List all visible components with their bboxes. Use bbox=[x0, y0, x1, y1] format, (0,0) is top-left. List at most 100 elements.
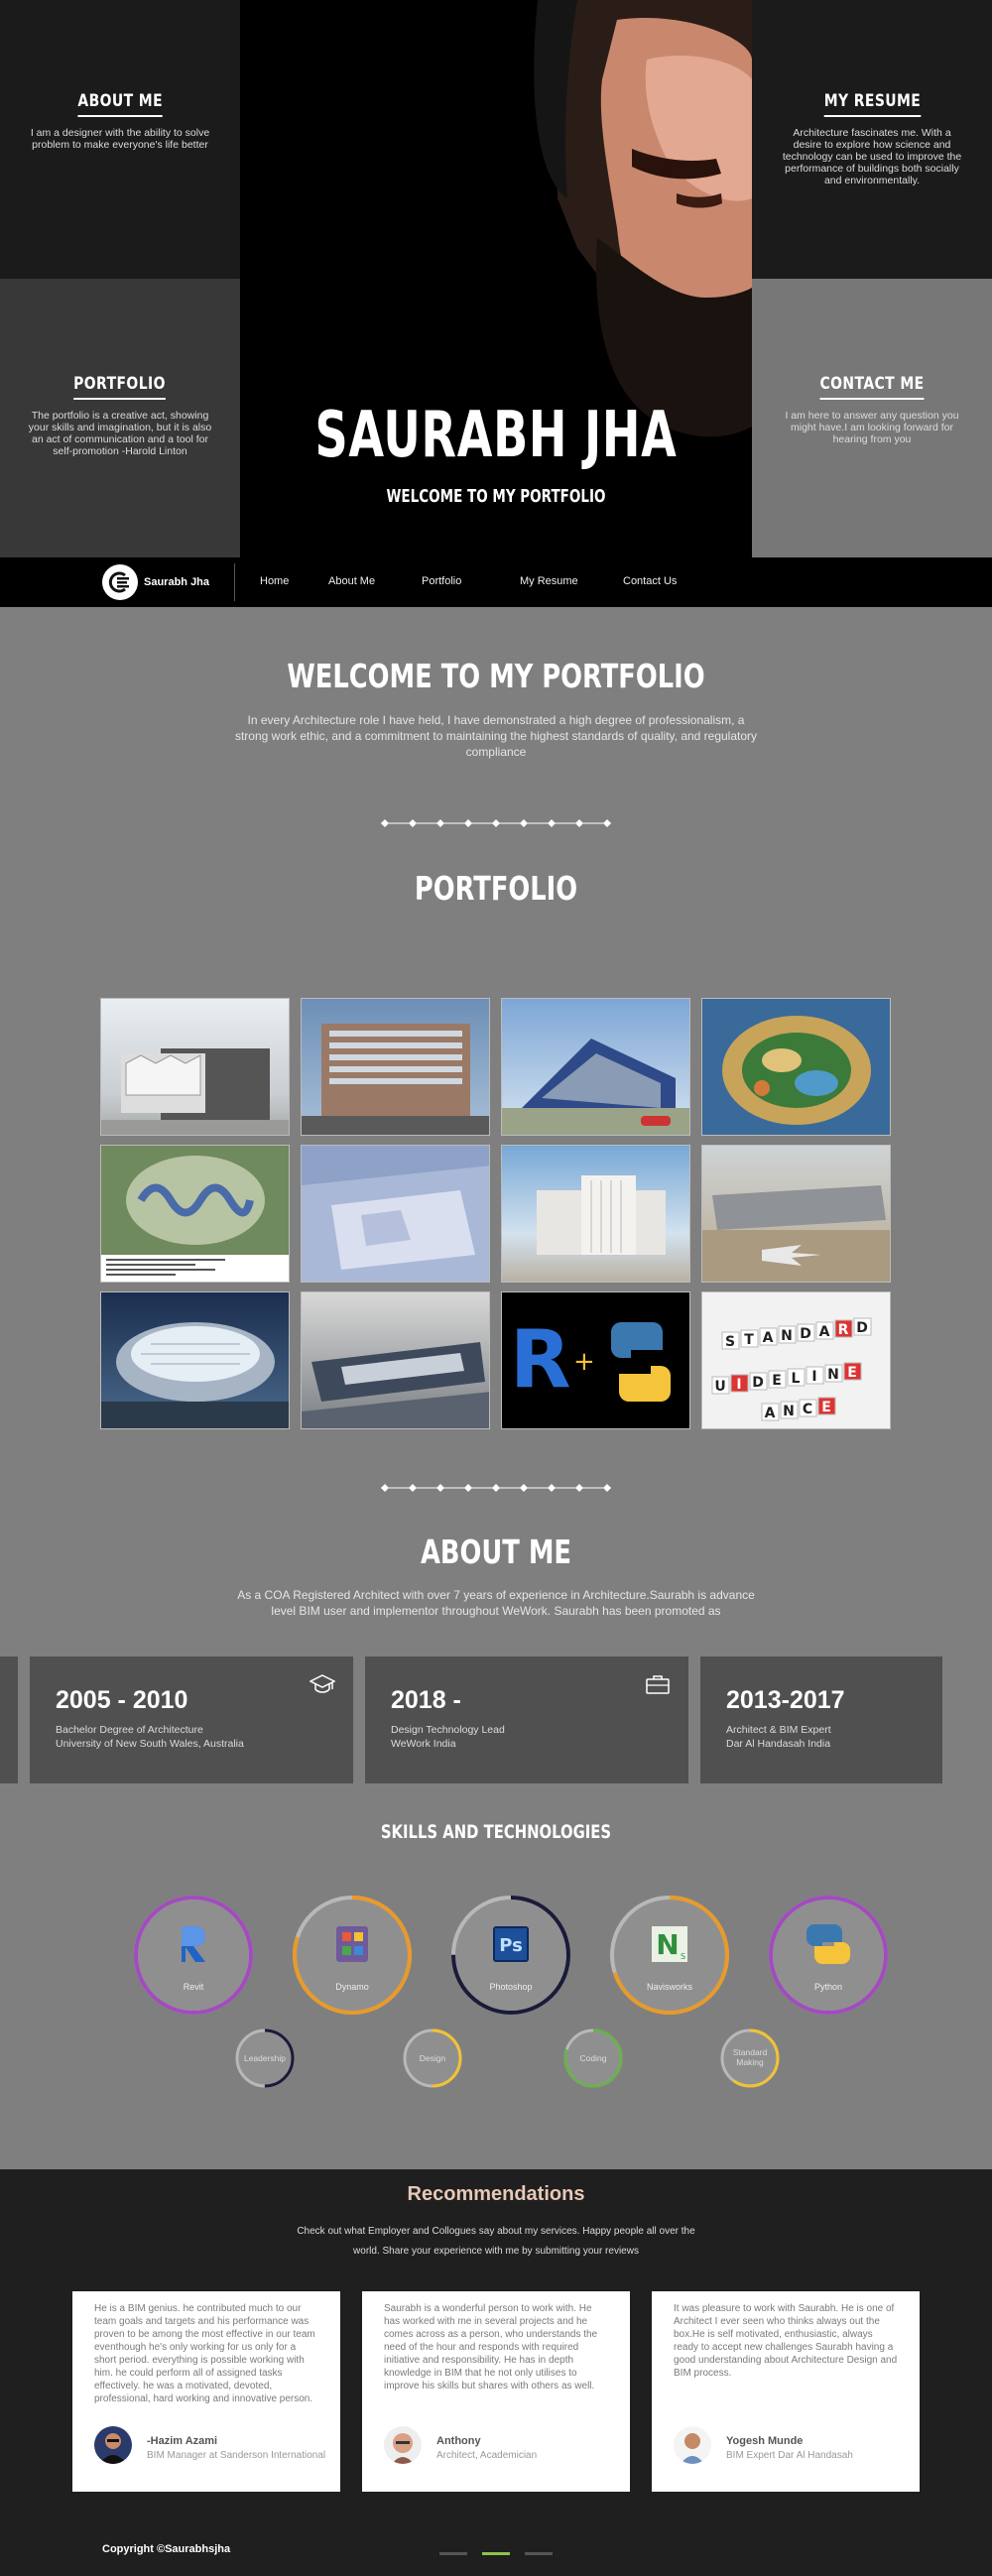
carousel-card-partial bbox=[0, 1656, 18, 1783]
portfolio-item-revit-python[interactable]: R + bbox=[501, 1291, 690, 1429]
svg-text:A: A bbox=[763, 1330, 774, 1346]
svg-text:E: E bbox=[847, 1365, 857, 1381]
svg-text:Ps: Ps bbox=[499, 1935, 523, 1956]
recommender-role: Architect, Academician bbox=[436, 2450, 538, 2461]
svg-text:E: E bbox=[821, 1400, 831, 1415]
copyright: Copyright ©Saurabhsjha bbox=[102, 2543, 231, 2555]
hero-name: SAURABH JHA bbox=[314, 399, 678, 472]
graduation-cap-icon bbox=[310, 1674, 335, 1693]
svg-text:D: D bbox=[856, 1320, 868, 1336]
recommender-role: BIM Manager at Sanderson International bbox=[147, 2450, 326, 2461]
timeline-card: 2005 - 2010 Bachelor Degree of Architect… bbox=[30, 1656, 353, 1783]
avatar bbox=[674, 2426, 711, 2464]
resume-tile[interactable]: MY RESUME Architecture fascinates me. Wi… bbox=[752, 0, 992, 279]
portfolio-item-standards[interactable]: S T A N D A R D U I D E L I N E A N C E bbox=[701, 1291, 891, 1429]
skill-navisworks: N S Navisworks bbox=[607, 1893, 732, 2018]
skill-python: Python bbox=[766, 1893, 891, 2018]
svg-text:E: E bbox=[772, 1373, 782, 1389]
recommender-name: Yogesh Munde bbox=[726, 2435, 804, 2447]
welcome-text: In every Architecture role I have held, … bbox=[234, 713, 758, 759]
about-me-tile[interactable]: ABOUT ME I am a designer with the abilit… bbox=[0, 0, 240, 279]
skill-label: Dynamo bbox=[335, 1982, 369, 1992]
logo-icon[interactable] bbox=[102, 564, 138, 600]
portfolio-item[interactable] bbox=[100, 1145, 290, 1283]
skill-coding: Coding bbox=[562, 2027, 624, 2089]
card-line2: WeWork India bbox=[391, 1738, 456, 1750]
recommendation-text: Saurabh is a wonderful person to work wi… bbox=[384, 2303, 598, 2392]
contact-tile-title: CONTACT ME bbox=[819, 374, 925, 400]
svg-text:S: S bbox=[725, 1334, 735, 1350]
svg-text:A: A bbox=[765, 1406, 776, 1421]
divider-ornament bbox=[381, 1484, 611, 1492]
nav-divider bbox=[234, 563, 235, 601]
portfolio-item[interactable] bbox=[301, 998, 490, 1136]
briefcase-icon bbox=[646, 1675, 670, 1694]
hero-subtitle: WELCOME TO MY PORTFOLIO bbox=[386, 486, 606, 507]
divider-ornament bbox=[381, 819, 611, 827]
welcome-title: WELCOME TO MY PORTFOLIO bbox=[287, 657, 705, 695]
nav-portfolio[interactable]: Portfolio bbox=[422, 575, 461, 587]
svg-text:S: S bbox=[681, 1952, 685, 1961]
card-year: 2005 - 2010 bbox=[56, 1686, 188, 1714]
portfolio-item[interactable] bbox=[701, 1145, 891, 1283]
portfolio-tile[interactable]: PORTFOLIO The portfolio is a creative ac… bbox=[0, 279, 240, 557]
svg-text:R: R bbox=[838, 1322, 849, 1338]
skill-label: Navisworks bbox=[646, 1982, 692, 1992]
portfolio-item[interactable] bbox=[701, 998, 891, 1136]
portfolio-item[interactable] bbox=[501, 998, 690, 1136]
svg-text:C: C bbox=[803, 1402, 812, 1417]
recommender-name: -Hazim Azami bbox=[147, 2435, 218, 2447]
recommendations-title: Recommendations bbox=[407, 2183, 585, 2205]
contact-tile[interactable]: CONTACT ME I am here to answer any quest… bbox=[752, 279, 992, 557]
about-me-tile-text: I am a designer with the ability to solv… bbox=[30, 127, 210, 151]
nav-about-me[interactable]: About Me bbox=[328, 575, 375, 587]
svg-text:D: D bbox=[800, 1326, 811, 1342]
recommendation-card: It was pleasure to work with Saurabh. He… bbox=[652, 2291, 920, 2492]
portfolio-title: PORTFOLIO bbox=[414, 869, 578, 908]
portrait-image bbox=[240, 0, 752, 557]
slider-dot[interactable] bbox=[525, 2552, 553, 2555]
python-icon bbox=[806, 1924, 850, 1964]
slider-dot[interactable] bbox=[439, 2552, 467, 2555]
dynamo-icon bbox=[336, 1926, 368, 1962]
portfolio-item[interactable] bbox=[301, 1291, 490, 1429]
portfolio-item[interactable] bbox=[100, 1291, 290, 1429]
svg-text:T: T bbox=[744, 1332, 754, 1348]
portfolio-item[interactable] bbox=[301, 1145, 490, 1283]
card-line1: Bachelor Degree of Architecture bbox=[56, 1724, 203, 1736]
card-line2: Dar Al Handasah India bbox=[726, 1738, 831, 1750]
nav-contact-us[interactable]: Contact Us bbox=[623, 575, 677, 587]
svg-text:U: U bbox=[714, 1379, 725, 1395]
resume-tile-title: MY RESUME bbox=[823, 91, 921, 117]
skill-design: Design bbox=[402, 2027, 463, 2089]
recommendation-card: Saurabh is a wonderful person to work wi… bbox=[362, 2291, 630, 2492]
timeline-card: 2018 - Design Technology Lead WeWork Ind… bbox=[365, 1656, 688, 1783]
card-line1: Design Technology Lead bbox=[391, 1724, 505, 1736]
skill-photoshop: Ps Photoshop bbox=[448, 1893, 573, 2018]
svg-text:R: R bbox=[510, 1313, 571, 1406]
navisworks-icon: NS bbox=[652, 1926, 687, 1962]
skill-revit: Revit bbox=[131, 1893, 256, 2018]
card-year: 2018 - bbox=[391, 1686, 461, 1714]
recommender-name: Anthony bbox=[436, 2435, 481, 2447]
skills-title: SKILLS AND TECHNOLOGIES bbox=[380, 1821, 612, 1843]
resume-tile-text: Architecture fascinates me. With a desir… bbox=[782, 127, 962, 186]
portfolio-item[interactable] bbox=[501, 1145, 690, 1283]
recommendation-text: It was pleasure to work with Saurabh. He… bbox=[674, 2303, 898, 2379]
skill-label: Standard Making bbox=[732, 2047, 768, 2067]
timeline-card: 2013-2017 Architect & BIM Expert Dar Al … bbox=[700, 1656, 942, 1783]
portfolio-tile-title: PORTFOLIO bbox=[73, 374, 167, 400]
svg-text:I: I bbox=[811, 1369, 816, 1385]
svg-text:L: L bbox=[792, 1371, 801, 1387]
nav-my-resume[interactable]: My Resume bbox=[520, 575, 578, 587]
slider-dot-active[interactable] bbox=[482, 2552, 510, 2555]
avatar bbox=[94, 2426, 132, 2464]
avatar bbox=[384, 2426, 422, 2464]
brand-name[interactable]: Saurabh Jha bbox=[144, 576, 209, 588]
recommendation-text: He is a BIM genius. he contributed much … bbox=[94, 2303, 315, 2404]
skill-label: Design bbox=[419, 2053, 446, 2063]
portfolio-tile-text: The portfolio is a creative act, showing… bbox=[28, 410, 212, 457]
portfolio-item[interactable] bbox=[100, 998, 290, 1136]
skill-label: Coding bbox=[579, 2053, 607, 2063]
nav-home[interactable]: Home bbox=[260, 575, 289, 587]
